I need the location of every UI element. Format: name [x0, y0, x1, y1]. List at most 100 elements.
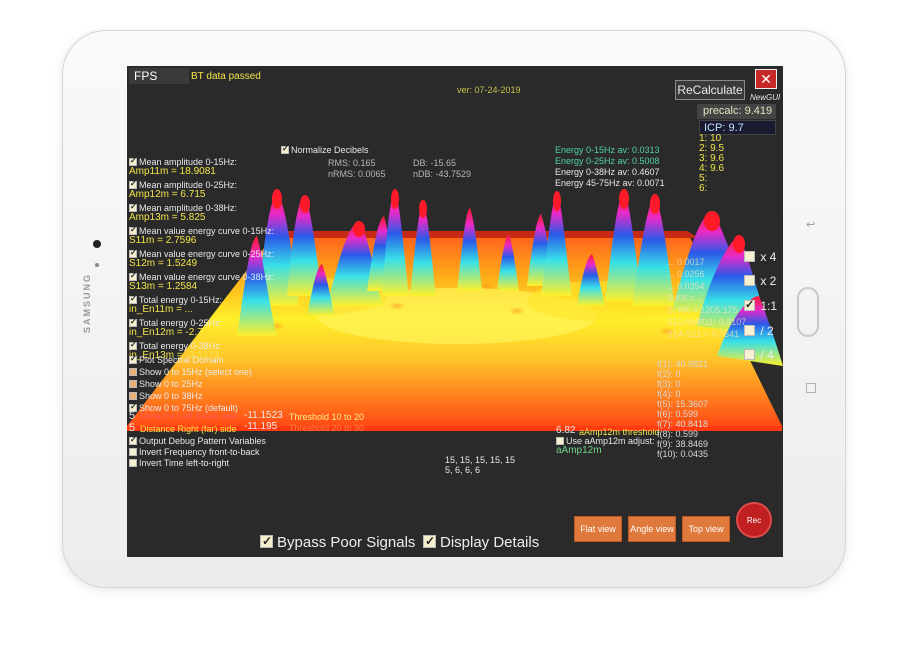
f-value: f(6): 0.599 — [657, 409, 699, 419]
f-value: f(1): 40.9821 — [657, 359, 709, 369]
checkbox-icon — [744, 325, 755, 336]
distance-left-label: Distance Left (near) side — [140, 411, 239, 421]
sequence-row-2: 5, 6, 6, 6 — [445, 465, 481, 475]
bt-status: BT data passed — [191, 71, 261, 82]
stat-value: in_En11m = ... — [129, 304, 194, 315]
zoom-div4-checkbox[interactable]: / 4 — [744, 348, 774, 362]
stat-value: in_En12m = -2.7... — [129, 327, 211, 338]
checkbox-icon — [129, 459, 137, 467]
checkbox-icon — [129, 448, 137, 456]
close-button[interactable]: ✕ — [755, 69, 777, 89]
top-view-button[interactable]: Top view — [682, 516, 730, 542]
fps-counter: FPS — [129, 68, 189, 84]
invert-time-checkbox[interactable]: Invert Time left-to-right — [129, 458, 229, 468]
angle-view-button[interactable]: Angle view — [628, 516, 676, 542]
sequence-row-1: 15, 15, 15, 15, 15 — [445, 455, 516, 465]
sensor-icon — [95, 263, 99, 267]
show-0-38-checkbox[interactable]: Show 0 to 38Hz — [129, 391, 203, 401]
energy-45-75: Energy 45-75Hz av: 0.0071 — [555, 178, 665, 188]
checkbox-icon — [129, 248, 137, 258]
plot-spectral-checkbox[interactable]: Plot Spectral Domain — [129, 354, 224, 365]
rms-value: RMS: 0.165 — [328, 158, 376, 168]
energy-0-38: Energy 0-38Hz av: 0.4607 — [555, 167, 660, 177]
bypass-poor-signals-checkbox[interactable]: Bypass Poor Signals — [260, 534, 415, 551]
flat-view-button[interactable]: Flat view — [574, 516, 622, 542]
checkbox-icon — [260, 534, 273, 548]
stat-value: Amp11m = 18.9081 — [129, 166, 216, 177]
checkbox-icon — [129, 156, 137, 166]
overlay-value: S14-S11 = 0.0541 — [667, 329, 740, 339]
checkbox-icon — [129, 368, 137, 376]
f-value: f(4): 0 — [657, 389, 681, 399]
f-value: f(7): 40.8418 — [657, 419, 709, 429]
overlay-value: ... 0.0256 — [667, 269, 705, 279]
checkbox-icon — [129, 294, 137, 304]
threshold-left: Threshold 10 to 20 — [289, 412, 365, 422]
checkbox-icon — [129, 340, 137, 350]
f-value: f(8): 0.599 — [657, 429, 699, 439]
f-value: f(9): 38.8469 — [657, 439, 709, 449]
overlay-value: ... 0.0354 — [667, 281, 705, 291]
distance-left-num[interactable]: 5 — [129, 411, 135, 422]
brand-logo: SAMSUNG — [82, 272, 93, 334]
f-values-list: f(1): 40.9821 f(2): 0 f(3): 0 f(4): 0 f(… — [657, 359, 708, 459]
stat-value: Amp12m = 6.715 — [129, 189, 206, 200]
checkbox-icon — [556, 437, 564, 445]
overlay-value: S:KK = ... — [667, 293, 706, 303]
checkbox-icon — [744, 275, 755, 286]
stat-value: S12m = 1.5249 — [129, 258, 198, 269]
display-details-checkbox[interactable]: Display Details — [423, 534, 539, 551]
zoom-x4-checkbox[interactable]: x 4 — [744, 250, 776, 264]
invert-frequency-checkbox[interactable]: Invert Frequency front-to-back — [129, 447, 260, 457]
stat-value: S11m = 2.7596 — [129, 235, 197, 246]
distance-left-value: -11.1523 — [244, 410, 283, 421]
record-button[interactable]: Rec — [736, 502, 772, 538]
zoom-x2-checkbox[interactable]: x 2 — [744, 274, 776, 288]
f-value: f(10): 0.0435 — [657, 449, 709, 459]
distance-right-num[interactable]: 5 — [129, 423, 135, 434]
recent-apps-icon — [806, 383, 816, 393]
energy-0-15: Energy 0-15Hz av: 0.0313 — [555, 145, 660, 155]
threshold-right: Threshold 20 to 30 — [289, 423, 365, 433]
recalculate-button[interactable]: ReCalculate — [675, 80, 745, 100]
icp-list-item: 6: — [699, 183, 708, 194]
overlay-value: S11/AMP11: 0.8107 — [667, 317, 747, 327]
checkbox-icon — [129, 354, 137, 364]
app-screen: FPS BT data passed ver: 07-24-2019 ReCal… — [127, 66, 783, 557]
checkbox-icon — [129, 317, 137, 327]
stat-value: S13m = 1.2584 — [129, 281, 198, 292]
energy-0-25: Energy 0-25Hz av: 0.5008 — [555, 156, 660, 166]
version-label: ver: 07-24-2019 — [457, 85, 521, 95]
checkbox-icon — [744, 298, 755, 311]
amp-threshold-value[interactable]: 6.82 — [556, 426, 575, 436]
db-value: DB: -15.65 — [413, 158, 457, 168]
back-button-icon: ↩ — [806, 219, 816, 231]
checkbox-icon — [129, 271, 137, 281]
f-value: f(2): 0 — [657, 369, 681, 379]
f-value: f(3): 0 — [657, 379, 681, 389]
checkbox-icon — [744, 349, 755, 360]
distance-right-value: -11.195 — [244, 421, 278, 432]
checkbox-icon — [129, 435, 137, 445]
checkbox-icon — [129, 179, 137, 189]
overlay-value: ... 0.0017 — [667, 257, 705, 267]
normalize-checkbox[interactable]: Normalize Decibels — [281, 144, 369, 155]
zoom-div2-checkbox[interactable]: / 2 — [744, 324, 774, 338]
debug-output-checkbox[interactable]: Output Debug Pattern Variables — [129, 435, 266, 446]
home-button[interactable] — [797, 287, 819, 337]
checkbox-icon — [129, 225, 137, 235]
amp-name: aAmp12m — [556, 445, 602, 456]
f-value: f(5): 15.3607 — [657, 399, 709, 409]
checkbox-icon — [744, 251, 755, 262]
stat-value: Amp13m = 5.825 — [129, 212, 206, 223]
overlay-value: S: KK = 1205.175 — [667, 305, 738, 315]
precalc-value: precalc: 9.419 — [697, 104, 776, 119]
zoom-1-1-checkbox[interactable]: 1:1 — [744, 298, 777, 313]
camera-icon — [93, 240, 101, 248]
show-0-15-checkbox[interactable]: Show 0 to 15Hz (select one) — [129, 367, 252, 377]
show-0-25-checkbox[interactable]: Show 0 to 25Hz — [129, 379, 203, 389]
right-overlay-values: ... 0.0017 ... 0.0256 ... 0.0354 S:KK = … — [667, 256, 746, 340]
checkbox-icon — [129, 392, 137, 400]
checkbox-icon — [281, 144, 289, 154]
checkbox-icon — [423, 534, 436, 548]
